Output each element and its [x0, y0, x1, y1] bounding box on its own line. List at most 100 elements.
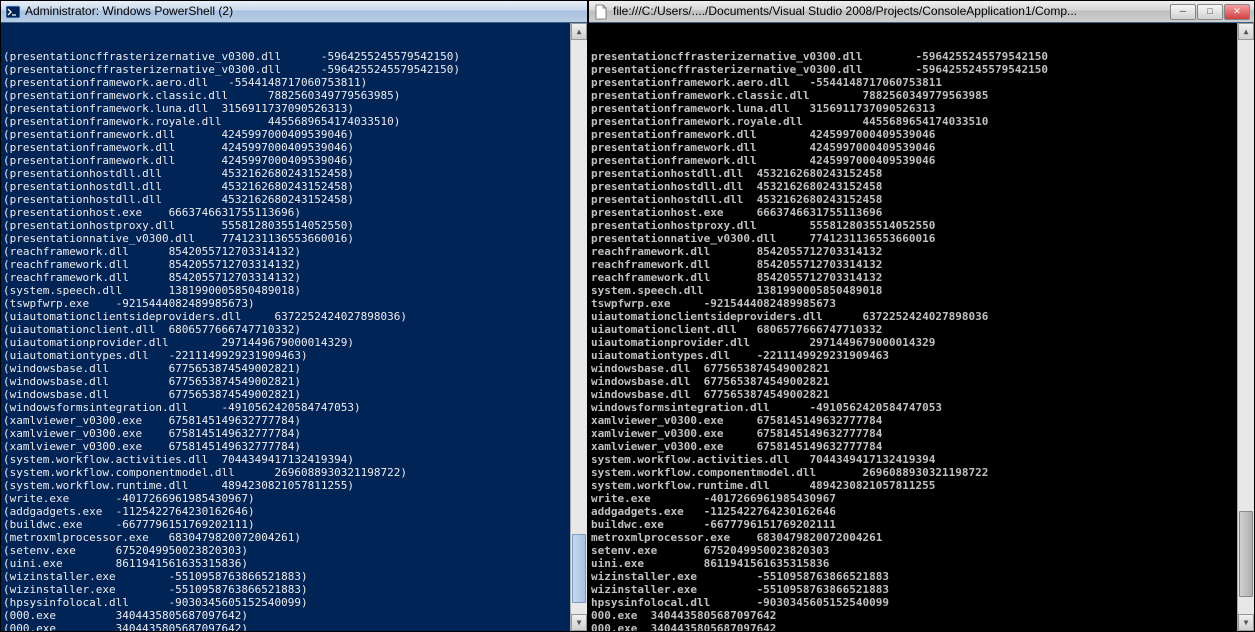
powershell-titlebar[interactable]: Administrator: Windows PowerShell (2)	[1, 1, 587, 23]
output-line: (windowsbase.dll 6775653874549002821)	[3, 388, 585, 401]
output-line: reachframework.dll 8542055712703314132	[591, 245, 1252, 258]
output-line: (000.exe 3404435805687097642)	[3, 609, 585, 622]
output-line: (presentationcffrasterizernative_v0300.d…	[3, 63, 585, 76]
file-viewer-window: file:///C:/Users/..../Documents/Visual S…	[588, 0, 1255, 632]
output-line: (addgadgets.exe -1125422764230162646)	[3, 505, 585, 518]
output-line: (reachframework.dll 8542055712703314132)	[3, 258, 585, 271]
output-line: (wizinstaller.exe -5510958763866521883)	[3, 570, 585, 583]
output-line: presentationframework.royale.dll 4455689…	[591, 115, 1252, 128]
output-line: (presentationframework.aero.dll -5544148…	[3, 76, 585, 89]
output-line: setenv.exe 6752049950023820303	[591, 544, 1252, 557]
output-line: wizinstaller.exe -5510958763866521883	[591, 583, 1252, 596]
output-line: presentationhostdll.dll 4532162680243152…	[591, 167, 1252, 180]
window-controls: ─ □ ✕	[1169, 4, 1250, 20]
output-line: presentationframework.dll 42459970004095…	[591, 154, 1252, 167]
output-line: windowsbase.dll 6775653874549002821	[591, 362, 1252, 375]
output-line: system.workflow.runtime.dll 489423082105…	[591, 479, 1252, 492]
output-line: (system.speech.dll 1381990005850489018)	[3, 284, 585, 297]
output-line: (wizinstaller.exe -5510958763866521883)	[3, 583, 585, 596]
scroll-track[interactable]	[571, 40, 587, 614]
output-line: system.speech.dll 1381990005850489018	[591, 284, 1252, 297]
output-line: (uini.exe 8611941561635315836)	[3, 557, 585, 570]
minimize-button[interactable]: ─	[1170, 4, 1196, 20]
output-line: reachframework.dll 8542055712703314132	[591, 271, 1252, 284]
output-line: uiautomationclient.dll 68065776667477103…	[591, 323, 1252, 336]
output-line: windowsbase.dll 6775653874549002821	[591, 388, 1252, 401]
output-line: (presentationframework.dll 4245997000409…	[3, 141, 585, 154]
output-line: presentationcffrasterizernative_v0300.dl…	[591, 50, 1252, 63]
scroll-thumb[interactable]	[1239, 511, 1253, 597]
output-line: (presentationframework.dll 4245997000409…	[3, 128, 585, 141]
output-line: write.exe -4017266961985430967	[591, 492, 1252, 505]
output-line: presentationframework.classic.dll 788256…	[591, 89, 1252, 102]
output-line: (hpsysinfolocal.dll -9030345605152540099…	[3, 596, 585, 609]
output-line: (presentationhostdll.dll 453216268024315…	[3, 180, 585, 193]
file-viewer-console[interactable]: presentationcffrasterizernative_v0300.dl…	[589, 23, 1254, 631]
output-line: (setenv.exe 6752049950023820303)	[3, 544, 585, 557]
scroll-track[interactable]	[1238, 40, 1254, 614]
output-line: windowsformsintegration.dll -49105624205…	[591, 401, 1252, 414]
output-line: system.workflow.activities.dll 704434941…	[591, 453, 1252, 466]
output-line: (000.exe 3404435805687097642)	[3, 622, 585, 631]
output-line: (system.workflow.activities.dll 70443494…	[3, 453, 585, 466]
file-viewer-titlebar[interactable]: file:///C:/Users/..../Documents/Visual S…	[589, 1, 1254, 23]
output-line: (tswpfwrp.exe -9215444082489985673)	[3, 297, 585, 310]
output-line: presentationhost.exe 6663746631755113696	[591, 206, 1252, 219]
output-line: xamlviewer_v0300.exe 6758145149632777784	[591, 440, 1252, 453]
output-line: (windowsbase.dll 6775653874549002821)	[3, 362, 585, 375]
maximize-button[interactable]: □	[1197, 4, 1223, 20]
output-line: windowsbase.dll 6775653874549002821	[591, 375, 1252, 388]
output-line: (presentationhostproxy.dll 5558128035514…	[3, 219, 585, 232]
output-line: (presentationhostdll.dll 453216268024315…	[3, 167, 585, 180]
scroll-thumb[interactable]	[572, 534, 586, 603]
file-viewer-title-text: file:///C:/Users/..../Documents/Visual S…	[613, 5, 1169, 18]
output-line: reachframework.dll 8542055712703314132	[591, 258, 1252, 271]
output-line: (metroxmlprocessor.exe 68304798200720042…	[3, 531, 585, 544]
output-line: presentationframework.dll 42459970004095…	[591, 128, 1252, 141]
output-line: presentationhostdll.dll 4532162680243152…	[591, 180, 1252, 193]
output-line: (windowsbase.dll 6775653874549002821)	[3, 375, 585, 388]
output-line: (reachframework.dll 8542055712703314132)	[3, 245, 585, 258]
powershell-scrollbar[interactable]: ▲ ▼	[570, 23, 587, 631]
output-line: (presentationframework.classic.dll 78825…	[3, 89, 585, 102]
output-line: addgadgets.exe -1125422764230162646	[591, 505, 1252, 518]
output-line: (presentationhost.exe 666374663175511369…	[3, 206, 585, 219]
output-line: (windowsformsintegration.dll -4910562420…	[3, 401, 585, 414]
output-line: buildwc.exe -6677796151769202111	[591, 518, 1252, 531]
output-line: (uiautomationprovider.dll 29714496790000…	[3, 336, 585, 349]
output-line: (xamlviewer_v0300.exe 675814514963277778…	[3, 414, 585, 427]
scroll-down-button[interactable]: ▼	[571, 614, 587, 631]
file-viewer-scrollbar[interactable]: ▲ ▼	[1237, 23, 1254, 631]
close-button[interactable]: ✕	[1224, 4, 1250, 20]
output-line: (uiautomationtypes.dll -2211149929231909…	[3, 349, 585, 362]
output-line: presentationcffrasterizernative_v0300.dl…	[591, 63, 1252, 76]
output-line: system.workflow.componentmodel.dll 26960…	[591, 466, 1252, 479]
scroll-up-button[interactable]: ▲	[1238, 23, 1254, 40]
powershell-icon	[5, 4, 21, 20]
powershell-output: (presentationcffrasterizernative_v0300.d…	[3, 50, 585, 631]
output-line: (presentationframework.luna.dll 31569117…	[3, 102, 585, 115]
output-line: hpsysinfolocal.dll -9030345605152540099	[591, 596, 1252, 609]
output-line: metroxmlprocessor.exe 683047982007200426…	[591, 531, 1252, 544]
output-line: (presentationframework.royale.dll 445568…	[3, 115, 585, 128]
file-viewer-output: presentationcffrasterizernative_v0300.dl…	[591, 50, 1252, 631]
output-line: (presentationframework.dll 4245997000409…	[3, 154, 585, 167]
output-line: uiautomationprovider.dll 297144967900001…	[591, 336, 1252, 349]
output-line: (uiautomationclientsideproviders.dll 637…	[3, 310, 585, 323]
output-line: (system.workflow.runtime.dll 48942308210…	[3, 479, 585, 492]
scroll-up-button[interactable]: ▲	[571, 23, 587, 40]
output-line: (write.exe -4017266961985430967)	[3, 492, 585, 505]
output-line: (presentationcffrasterizernative_v0300.d…	[3, 50, 585, 63]
output-line: (xamlviewer_v0300.exe 675814514963277778…	[3, 440, 585, 453]
output-line: xamlviewer_v0300.exe 6758145149632777784	[591, 414, 1252, 427]
powershell-console[interactable]: (presentationcffrasterizernative_v0300.d…	[1, 23, 587, 631]
output-line: presentationframework.luna.dll 315691173…	[591, 102, 1252, 115]
output-line: (uiautomationclient.dll 6806577666747710…	[3, 323, 585, 336]
powershell-title-text: Administrator: Windows PowerShell (2)	[25, 5, 583, 18]
output-line: presentationframework.dll 42459970004095…	[591, 141, 1252, 154]
scroll-down-button[interactable]: ▼	[1238, 614, 1254, 631]
powershell-window: Administrator: Windows PowerShell (2) (p…	[0, 0, 588, 632]
document-icon	[593, 4, 609, 20]
output-line: (presentationhostdll.dll 453216268024315…	[3, 193, 585, 206]
output-line: presentationnative_v0300.dll 77412311365…	[591, 232, 1252, 245]
